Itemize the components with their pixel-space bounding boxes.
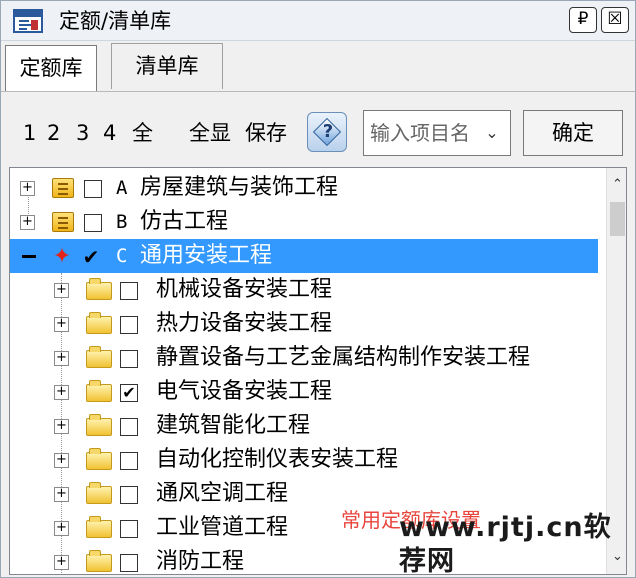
node-label: 通风空调工程: [156, 481, 289, 506]
app-icon: [13, 9, 43, 33]
close-icon[interactable]: ☒: [601, 7, 629, 33]
library-book-icon: [52, 212, 74, 232]
tree-node-b[interactable]: + B 仿古工程: [10, 205, 598, 239]
tree-child-node[interactable]: + 通风空调工程: [10, 477, 598, 511]
node-code: A: [116, 177, 128, 199]
project-search-combobox[interactable]: ⌄: [363, 110, 511, 156]
node-label: 静置设备与工艺金属结构制作安装工程: [156, 345, 531, 370]
help-button[interactable]: ?: [307, 112, 347, 152]
node-checkbox[interactable]: ✔: [82, 247, 100, 267]
expand-all-button[interactable]: 全: [132, 119, 153, 147]
node-checkbox[interactable]: [120, 418, 138, 436]
level-3-button[interactable]: 3: [76, 119, 89, 147]
folder-icon: [86, 346, 112, 368]
save-button[interactable]: 保存: [245, 119, 287, 147]
node-checkbox[interactable]: [120, 350, 138, 368]
tree-child-node[interactable]: + 静置设备与工艺金属结构制作安装工程: [10, 341, 598, 375]
node-checkbox[interactable]: [120, 520, 138, 538]
tree-child-node[interactable]: + 自动化控制仪表安装工程: [10, 443, 598, 477]
expand-icon[interactable]: +: [54, 453, 69, 468]
tree-child-node[interactable]: + ✔ 电气设备安装工程: [10, 375, 598, 409]
node-label: 消防工程: [156, 549, 245, 574]
folder-icon: [86, 414, 112, 436]
confirm-button[interactable]: 确定: [523, 110, 623, 156]
expand-icon[interactable]: +: [20, 181, 35, 196]
node-checkbox[interactable]: ✔: [120, 384, 138, 402]
node-label: 房屋建筑与装饰工程: [140, 175, 339, 200]
level-1-button[interactable]: 1: [23, 119, 36, 147]
tab-bill-library[interactable]: 清单库: [111, 43, 223, 89]
node-label: 自动化控制仪表安装工程: [156, 447, 399, 472]
help-glyph: ?: [322, 121, 334, 142]
folder-icon: [86, 278, 112, 300]
tree-node-a[interactable]: + A 房屋建筑与装饰工程: [10, 171, 598, 205]
tree-child-node[interactable]: + 热力设备安装工程: [10, 307, 598, 341]
expand-icon[interactable]: +: [54, 419, 69, 434]
folder-icon: [86, 550, 112, 572]
level-4-button[interactable]: 4: [103, 119, 116, 147]
tree-child-node[interactable]: + 建筑智能化工程: [10, 409, 598, 443]
library-book-icon: [52, 178, 74, 198]
expand-icon[interactable]: +: [54, 385, 69, 400]
expand-icon[interactable]: +: [54, 351, 69, 366]
expand-icon[interactable]: +: [54, 317, 69, 332]
node-label: 建筑智能化工程: [156, 413, 311, 438]
chevron-down-icon[interactable]: ⌄: [482, 121, 502, 145]
title-bar: 定额/清单库 ₽ ☒: [1, 1, 635, 41]
node-label: 工业管道工程: [156, 515, 289, 540]
site-watermark: www.rjtj.cn软荐网: [399, 512, 612, 577]
scroll-up-icon[interactable]: ⌃: [607, 172, 626, 198]
expand-icon[interactable]: +: [54, 283, 69, 298]
expand-icon[interactable]: +: [54, 555, 69, 570]
folder-icon: [86, 516, 112, 538]
node-checkbox[interactable]: [120, 452, 138, 470]
tree-node-c[interactable]: ✦ ✔ C 通用安装工程: [10, 239, 598, 273]
node-checkbox[interactable]: [120, 486, 138, 504]
node-checkbox[interactable]: [120, 554, 138, 572]
node-checkbox[interactable]: [84, 214, 102, 232]
collapse-icon[interactable]: [22, 255, 36, 258]
node-checkbox[interactable]: [84, 180, 102, 198]
folder-icon: [86, 448, 112, 470]
tree-child-node[interactable]: + 机械设备安装工程: [10, 273, 598, 307]
node-checkbox[interactable]: [120, 282, 138, 300]
tab-divider: [1, 91, 635, 92]
project-search-input[interactable]: [370, 119, 476, 147]
level-2-button[interactable]: 2: [47, 119, 60, 147]
scroll-thumb[interactable]: [610, 202, 625, 236]
node-code: C: [116, 245, 128, 267]
node-code: B: [116, 211, 128, 233]
quota-library-window: 定额/清单库 ₽ ☒ 定额库 清单库 1 2 3 4 全 全显 保存 ? ⌄ 确…: [0, 0, 636, 578]
tab-quota-library[interactable]: 定额库: [5, 45, 97, 91]
node-label: 通用安装工程: [140, 243, 273, 268]
node-label: 仿古工程: [140, 209, 229, 234]
node-label: 热力设备安装工程: [156, 311, 333, 336]
expand-icon[interactable]: +: [20, 215, 35, 230]
folder-icon: [86, 380, 112, 402]
node-label: 电气设备安装工程: [156, 379, 333, 404]
folder-icon: [86, 482, 112, 504]
folder-icon: [86, 312, 112, 334]
pin-icon[interactable]: ₽: [569, 7, 597, 33]
show-all-button[interactable]: 全显: [189, 119, 231, 147]
expand-icon[interactable]: +: [54, 487, 69, 502]
window-title: 定额/清单库: [59, 9, 172, 33]
active-node-icon: ✦: [52, 244, 72, 269]
node-checkbox[interactable]: [120, 316, 138, 334]
expand-icon[interactable]: +: [54, 521, 69, 536]
node-label: 机械设备安装工程: [156, 277, 333, 302]
